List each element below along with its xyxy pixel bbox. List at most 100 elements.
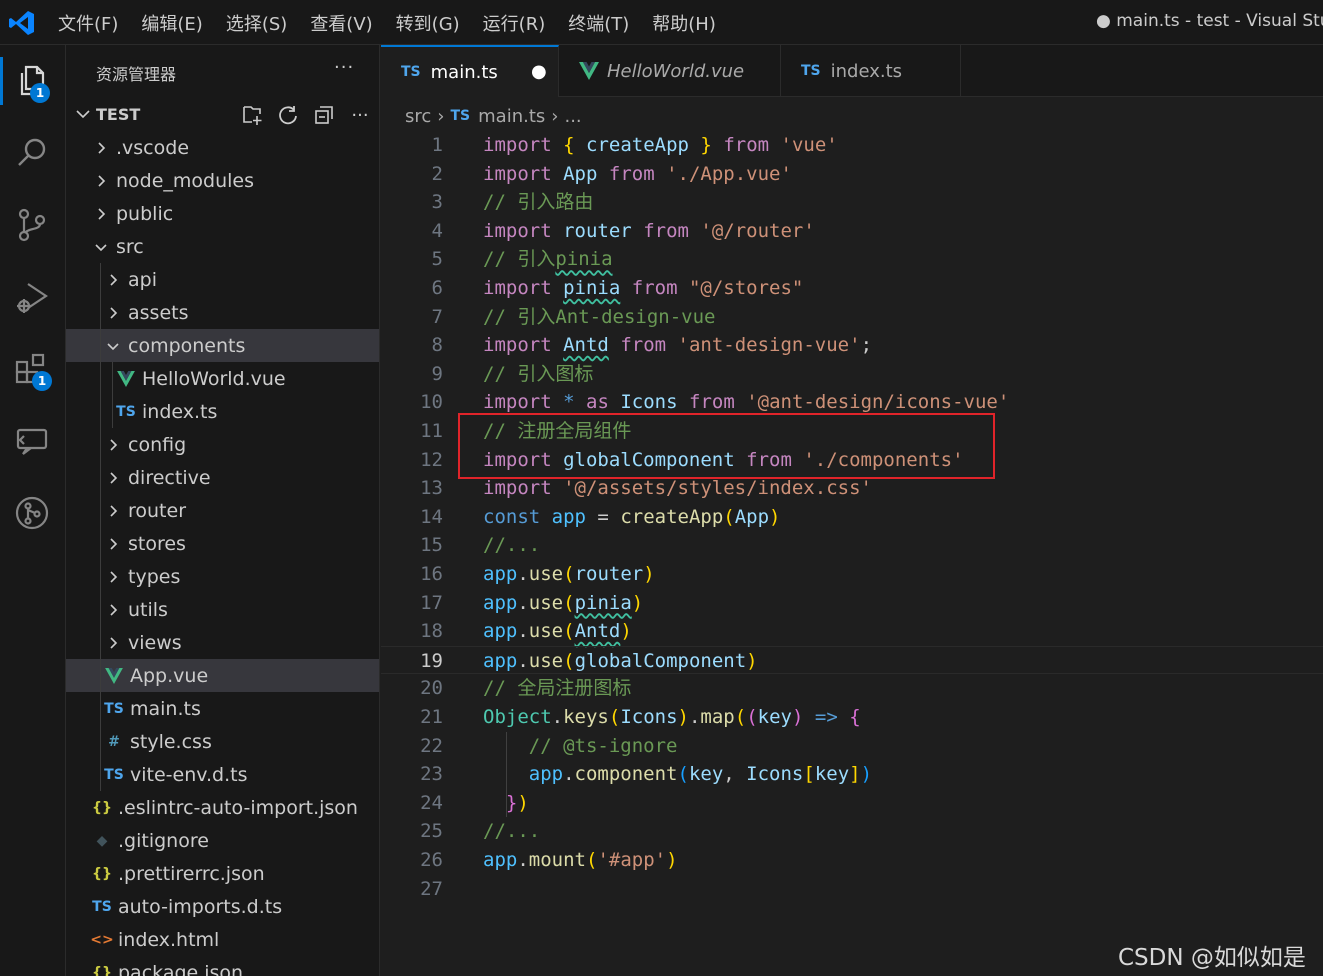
tree-item[interactable]: src [66, 230, 379, 263]
code-line[interactable]: 26 app.mount('#app') [381, 846, 1323, 875]
menu-item[interactable]: 转到(G) [396, 10, 460, 36]
unsaved-dot-icon[interactable]: ● [531, 61, 547, 82]
breadcrumb-symbol[interactable]: ... [564, 106, 581, 127]
indent-guide [100, 692, 101, 725]
extensions-button[interactable]: 1 [8, 345, 56, 393]
code-line[interactable]: 4 import router from '@/router' [381, 217, 1323, 246]
menu-item[interactable]: 查看(V) [310, 10, 372, 36]
vscode-logo-icon[interactable] [8, 9, 36, 37]
code-line[interactable]: 9 // 引入图标 [381, 360, 1323, 389]
breadcrumb-file[interactable]: main.ts [478, 106, 545, 127]
source-control-button[interactable] [8, 201, 56, 249]
tree-item[interactable]: components [66, 329, 379, 362]
code-line[interactable]: 25 //... [381, 817, 1323, 846]
tab-label: HelloWorld.vue [607, 60, 745, 82]
line-number: 5 [431, 248, 443, 271]
tree-item[interactable]: types [66, 560, 379, 593]
tab-label: main.ts [430, 61, 498, 83]
tree-item[interactable]: ◆ .gitignore [66, 824, 379, 857]
menu-item[interactable]: 终端(T) [568, 10, 629, 36]
code-token: router [563, 219, 632, 242]
tree-item[interactable]: stores [66, 527, 379, 560]
code-line[interactable]: 18 app.use(Antd) [381, 617, 1323, 646]
code-line[interactable]: 27 [381, 875, 1323, 904]
tab-helloworld-vue[interactable]: HelloWorld.vue [559, 45, 781, 97]
code-token: App [734, 505, 770, 528]
menu-item[interactable]: 运行(R) [483, 10, 546, 36]
git-graph-button[interactable] [8, 489, 56, 537]
tree-item[interactable]: # style.css [66, 725, 379, 758]
vue-file-icon [116, 370, 136, 387]
code-line[interactable]: 16 app.use(router) [381, 560, 1323, 589]
code-token: 'vue' [780, 134, 838, 156]
tree-item-label: components [128, 334, 246, 357]
tree-item[interactable]: {} .prettirerrc.json [66, 857, 379, 890]
code-token: import [483, 219, 552, 242]
tree-item[interactable]: node_modules [66, 164, 379, 197]
tab-index-ts[interactable]: TS index.ts [781, 45, 961, 97]
code-token: mount [528, 849, 586, 871]
tree-item[interactable]: views [66, 626, 379, 659]
code-text: import App from './App.vue' [483, 160, 792, 189]
code-line[interactable]: 19 app.use(globalComponent) [381, 645, 1323, 675]
code-line[interactable]: 8 import Antd from 'ant-design-vue'; [381, 331, 1323, 360]
indent-guide [100, 725, 101, 758]
tree-item[interactable]: directive [66, 461, 379, 494]
menu-item[interactable]: 编辑(E) [141, 10, 202, 36]
window-title: ● main.ts - test - Visual Studi [1096, 11, 1323, 31]
search-button[interactable] [8, 129, 56, 177]
code-line[interactable]: 24 }) [381, 789, 1323, 818]
tree-item[interactable]: api [66, 263, 379, 296]
code-line[interactable]: 5 // 引入pinia [381, 245, 1323, 274]
line-number: 25 [420, 820, 443, 843]
code-token: //... [483, 820, 541, 843]
tree-item[interactable]: utils [66, 593, 379, 626]
code-token: = [585, 505, 621, 528]
menu-item[interactable]: 选择(S) [226, 10, 287, 36]
menu-item[interactable]: 帮助(H) [652, 10, 716, 36]
tree-item[interactable]: {} package.json [66, 956, 379, 976]
line-number: 20 [420, 677, 443, 700]
breadcrumb-folder[interactable]: src [405, 106, 431, 127]
tree-item[interactable]: public [66, 197, 379, 230]
tree-item[interactable]: HelloWorld.vue [66, 362, 379, 395]
tree-item[interactable]: router [66, 494, 379, 527]
code-line[interactable]: 21 Object.keys(Icons).map((key) => { [381, 703, 1323, 732]
code-line[interactable]: 17 app.use(pinia) [381, 589, 1323, 618]
collapse-all-button[interactable] [310, 103, 338, 127]
code-line[interactable]: 22 // @ts-ignore [381, 732, 1323, 761]
code-line[interactable]: 23 app.component(key, Icons[key]) [381, 760, 1323, 789]
tree-item[interactable]: TS index.ts [66, 395, 379, 428]
more-actions-button[interactable]: ··· [346, 103, 374, 127]
refresh-button[interactable] [274, 103, 302, 127]
code-line[interactable]: 7 // 引入Ant-design-vue [381, 303, 1323, 332]
code-line[interactable]: 1 import { createApp } from 'vue' [381, 131, 1323, 160]
tree-item[interactable]: TS vite-env.d.ts [66, 758, 379, 791]
tree-item[interactable]: TS main.ts [66, 692, 379, 725]
code-line[interactable]: 15 //... [381, 531, 1323, 560]
run-debug-button[interactable] [8, 273, 56, 321]
tree-item[interactable]: .vscode [66, 131, 379, 164]
code-line[interactable]: 6 import pinia from "@/stores" [381, 274, 1323, 303]
explorer-more-button[interactable]: ··· [334, 57, 354, 78]
tree-item[interactable]: assets [66, 296, 379, 329]
new-file-button[interactable] [238, 103, 266, 127]
code-line[interactable]: 2 import App from './App.vue' [381, 160, 1323, 189]
tree-item[interactable]: {} .eslintrc-auto-import.json [66, 791, 379, 824]
explorer-button[interactable]: 1 [0, 57, 56, 105]
tree-item[interactable]: <> index.html [66, 923, 379, 956]
code-editor[interactable]: 1 import { createApp } from 'vue' 2 import … [381, 131, 1323, 976]
remote-explorer-button[interactable] [8, 417, 56, 465]
tree-item[interactable]: TS auto-imports.d.ts [66, 890, 379, 923]
code-line[interactable]: 3 // 引入路由 [381, 188, 1323, 217]
tree-item[interactable]: config [66, 428, 379, 461]
code-line[interactable]: 14 const app = createApp(App) [381, 503, 1323, 532]
workspace-folder-header[interactable]: TEST ··· [66, 101, 379, 129]
code-token: Object [483, 706, 552, 728]
code-line[interactable]: 20 // 全局注册图标 [381, 674, 1323, 703]
tab-main-ts[interactable]: TS main.ts ● [381, 45, 559, 97]
tree-item[interactable]: App.vue [66, 659, 379, 692]
menu-item[interactable]: 文件(F) [58, 10, 118, 36]
